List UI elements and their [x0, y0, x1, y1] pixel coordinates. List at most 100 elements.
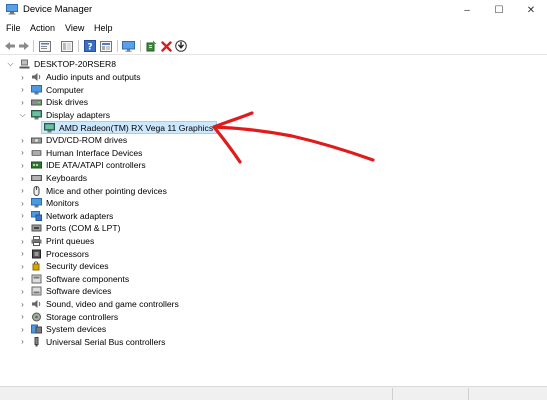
tree-item-usb-controllers[interactable]: › Universal Serial Bus controllers [18, 336, 165, 349]
toolbar: ? [0, 37, 547, 55]
tree-item-label: Storage controllers [46, 311, 119, 322]
toolbar-separator [117, 40, 118, 52]
chevron-down-icon[interactable]: ⌵ [6, 59, 15, 69]
tree-item-print-queues[interactable]: › Print queues [18, 235, 94, 248]
update-driver-icon [146, 40, 156, 52]
chevron-right-icon[interactable]: › [18, 274, 27, 283]
maximize-icon: ☐ [494, 4, 504, 16]
close-icon: ✕ [526, 4, 536, 16]
tree-item-label: Human Interface Devices [46, 147, 143, 158]
tree-item-label: Monitors [46, 198, 79, 209]
chevron-right-icon[interactable]: › [18, 287, 27, 296]
forward-icon [19, 42, 29, 50]
scan-hardware-button[interactable] [174, 39, 188, 53]
mouse-icon [33, 185, 40, 196]
menu-bar: File Action View Help [0, 20, 547, 36]
chevron-right-icon[interactable]: › [18, 136, 27, 145]
tree-item-mice[interactable]: › Mice and other pointing devices [18, 184, 167, 197]
tree-item-software-devices[interactable]: › Software devices [18, 285, 111, 298]
close-button[interactable]: ✕ [515, 0, 547, 20]
chevron-down-icon[interactable]: ⌵ [18, 110, 27, 120]
computer-icon [31, 84, 42, 95]
software-component-icon [31, 274, 42, 284]
chevron-right-icon[interactable]: › [18, 237, 27, 246]
chevron-right-icon[interactable]: › [18, 98, 27, 107]
chevron-right-icon[interactable]: › [18, 337, 27, 346]
chevron-right-icon[interactable]: › [18, 211, 27, 220]
menu-help[interactable]: Help [94, 23, 113, 33]
uninstall-device-button[interactable] [159, 39, 173, 53]
disk-drive-icon [31, 99, 42, 106]
action-pane-button[interactable] [99, 39, 113, 53]
help-icon: ? [84, 40, 96, 52]
window-title: Device Manager [23, 4, 93, 15]
tree-item-keyboards[interactable]: › Keyboards [18, 172, 87, 185]
tree-item-display-adapters[interactable]: ⌵ Display adapters [18, 109, 110, 122]
properties-sheet-button[interactable] [38, 39, 52, 53]
monitor-button[interactable] [121, 39, 135, 53]
chevron-right-icon[interactable]: › [18, 73, 27, 82]
device-manager-app-icon [6, 4, 18, 15]
tree-item-security-devices[interactable]: › Security devices [18, 260, 109, 273]
tree-item-audio[interactable]: › Audio inputs and outputs [18, 71, 141, 84]
help-button[interactable]: ? [83, 39, 97, 53]
tree-item-label: Ports (COM & LPT) [46, 223, 121, 234]
tree-item-network-adapters[interactable]: › Network adapters [18, 210, 113, 223]
network-adapter-icon [31, 210, 42, 221]
action-pane-icon [100, 40, 112, 52]
minimize-button[interactable]: – [451, 0, 483, 20]
chevron-right-icon[interactable]: › [18, 148, 27, 157]
keyboard-icon [31, 175, 42, 182]
maximize-button[interactable]: ☐ [483, 0, 515, 20]
chevron-right-icon[interactable]: › [18, 300, 27, 309]
human-interface-device-icon [31, 149, 42, 156]
chevron-right-icon[interactable]: › [18, 262, 27, 271]
menu-file[interactable]: File [6, 23, 21, 33]
security-key-icon [32, 261, 40, 271]
tree-item-hid[interactable]: › Human Interface Devices [18, 147, 142, 160]
show-hide-console-tree-button[interactable] [60, 39, 74, 53]
chevron-right-icon[interactable]: › [18, 85, 27, 94]
scan-hardware-icon [175, 40, 187, 52]
chevron-right-icon[interactable]: › [18, 224, 27, 233]
tree-root-item[interactable]: ⌵ DESKTOP-20RSER8 [6, 58, 116, 71]
tree-item-dvd-drives[interactable]: › DVD/CD-ROM drives [18, 134, 127, 147]
menu-view[interactable]: View [65, 23, 84, 33]
tree-item-label: Audio inputs and outputs [46, 72, 141, 83]
printer-icon [31, 236, 42, 247]
svg-text:?: ? [87, 43, 92, 53]
tree-item-label: Mice and other pointing devices [46, 185, 167, 196]
update-driver-button[interactable] [144, 39, 158, 53]
show-hide-console-tree-icon [61, 40, 73, 52]
chevron-right-icon[interactable]: › [18, 249, 27, 258]
tree-item-ports[interactable]: › Ports (COM & LPT) [18, 222, 121, 235]
display-adapter-icon [31, 110, 42, 120]
tree-item-system-devices[interactable]: › System devices [18, 323, 106, 336]
storage-controller-icon [32, 312, 41, 322]
tree-item-disk-drives[interactable]: › Disk drives [18, 96, 88, 109]
title-bar: Device Manager – ☐ ✕ [0, 0, 547, 20]
chevron-right-icon[interactable]: › [18, 199, 27, 208]
tree-item-ide-controllers[interactable]: › IDE ATA/ATAPI controllers [18, 159, 146, 172]
back-button[interactable] [3, 39, 17, 53]
tree-item-sound-video-game[interactable]: › Sound, video and game controllers [18, 298, 179, 311]
tree-item-monitors[interactable]: › Monitors [18, 197, 79, 210]
system-device-icon [31, 324, 42, 334]
chevron-right-icon[interactable]: › [18, 174, 27, 183]
tree-item-storage-controllers[interactable]: › Storage controllers [18, 310, 118, 323]
tree-item-software-components[interactable]: › Software components [18, 273, 129, 286]
tree-item-label: Security devices [46, 261, 109, 272]
chevron-right-icon[interactable]: › [18, 325, 27, 334]
monitor-icon [31, 198, 42, 208]
chevron-right-icon[interactable]: › [18, 312, 27, 321]
tree-item-computer[interactable]: › Computer [18, 84, 84, 97]
forward-button[interactable] [17, 39, 31, 53]
chevron-right-icon[interactable]: › [18, 186, 27, 195]
tree-item-label: Software components [46, 273, 130, 284]
chevron-right-icon[interactable]: › [18, 161, 27, 170]
tree-item-label: IDE ATA/ATAPI controllers [46, 160, 146, 171]
tree-item-amd-radeon-graphics[interactable]: AMD Radeon(TM) RX Vega 11 Graphics [41, 121, 218, 134]
tree-item-processors[interactable]: › Processors [18, 247, 89, 260]
menu-action[interactable]: Action [30, 23, 55, 33]
uninstall-icon [160, 40, 172, 52]
